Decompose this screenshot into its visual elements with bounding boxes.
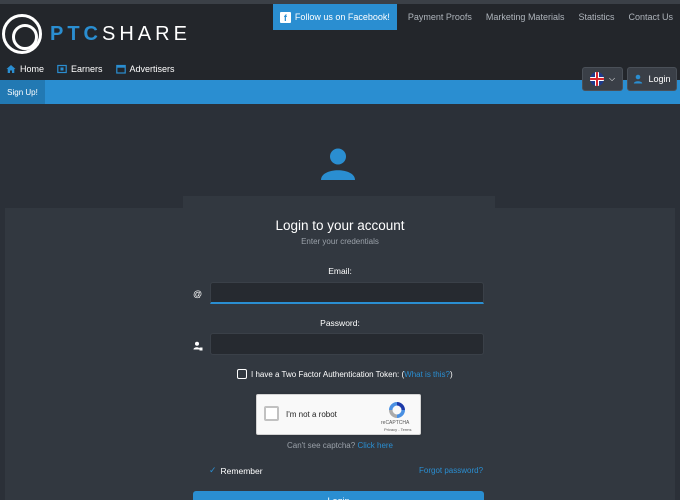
money-icon [57,64,67,74]
logo-mark-icon [2,14,42,54]
login-subtitle: Enter your credentials [301,237,379,246]
tfa-label: I have a Two Factor Authentication Token… [251,369,405,379]
nav-item-home-label: Home [20,64,45,74]
sub-nav: Home Earners Advertisers [6,64,175,74]
facebook-icon: f [279,11,291,23]
top-nav: f Follow us on Facebook! Payment Proofs … [272,4,680,30]
facebook-follow-label: Follow us on Facebook! [294,12,390,22]
tfa-label-close: ) [449,369,453,379]
email-label: Email: [328,266,352,276]
signup-button[interactable]: Sign Up! [0,80,45,104]
logo-text-share: SHARE [102,22,191,45]
user-icon [634,74,643,84]
nav-item-earners-label: Earners [71,64,103,74]
login-title: Login to your account [275,218,405,233]
chevron-down-icon: ⌵ [608,74,616,83]
tfa-help-link[interactable]: What is this? [404,370,450,379]
language-selector[interactable]: ⌵ [582,67,623,91]
site-header: PTCSHARE f Follow us on Facebook! Paymen… [0,0,680,80]
header-login-label: Login [648,74,671,84]
checkmark-icon: ✓ [209,465,217,475]
nav-item-advertisers-label: Advertisers [129,64,175,74]
recaptcha-widget: I'm not a robot reCAPTCHA Privacy - Term… [256,394,421,435]
accent-bar: Sign Up! [0,80,680,104]
email-field[interactable] [210,282,484,304]
cant-see-link[interactable]: Click here [357,441,393,450]
recaptcha-checkbox[interactable] [264,406,279,421]
recaptcha-label: I'm not a robot [286,410,337,419]
forgot-password-link[interactable]: Forgot password? [419,466,483,475]
nav-item-home[interactable]: Home [6,64,44,74]
nav-link-payment-proofs[interactable]: Payment Proofs [401,4,479,30]
facebook-follow-button[interactable]: f Follow us on Facebook! [272,4,397,30]
recaptcha-brand: reCAPTCHA [381,420,410,426]
site-logo[interactable]: PTCSHARE [2,14,191,54]
logo-text-ptc: PTC [50,22,102,45]
password-label: Password: [320,318,360,328]
tfa-checkbox[interactable] [237,369,247,379]
cant-see-text: Can't see captcha? [286,441,358,450]
nav-item-earners[interactable]: Earners [57,64,103,74]
login-submit-button[interactable]: Login [193,491,484,500]
remember-option[interactable]: ✓ Remember [209,465,263,476]
nav-item-advertisers[interactable]: Advertisers [115,64,175,74]
recaptcha-terms[interactable]: Privacy - Terms [384,427,411,432]
at-sign-icon: @ [193,289,203,299]
nav-link-contact-us[interactable]: Contact Us [621,4,680,30]
nav-link-statistics[interactable]: Statistics [571,4,621,30]
header-login-button[interactable]: Login [627,67,677,91]
cant-see-captcha: Can't see captcha? Click here [0,441,680,450]
remember-label: Remember [220,465,263,476]
uk-flag-icon [589,72,604,86]
user-avatar-icon [321,148,355,180]
recaptcha-logo-icon [389,402,405,418]
nav-link-marketing-materials[interactable]: Marketing Materials [479,4,572,30]
password-field[interactable] [210,333,484,355]
tfa-option: I have a Two Factor Authentication Token… [237,369,453,379]
calendar-icon [115,64,126,74]
user-key-icon [193,341,203,351]
home-icon [6,65,16,73]
logo-text: PTCSHARE [50,23,191,46]
